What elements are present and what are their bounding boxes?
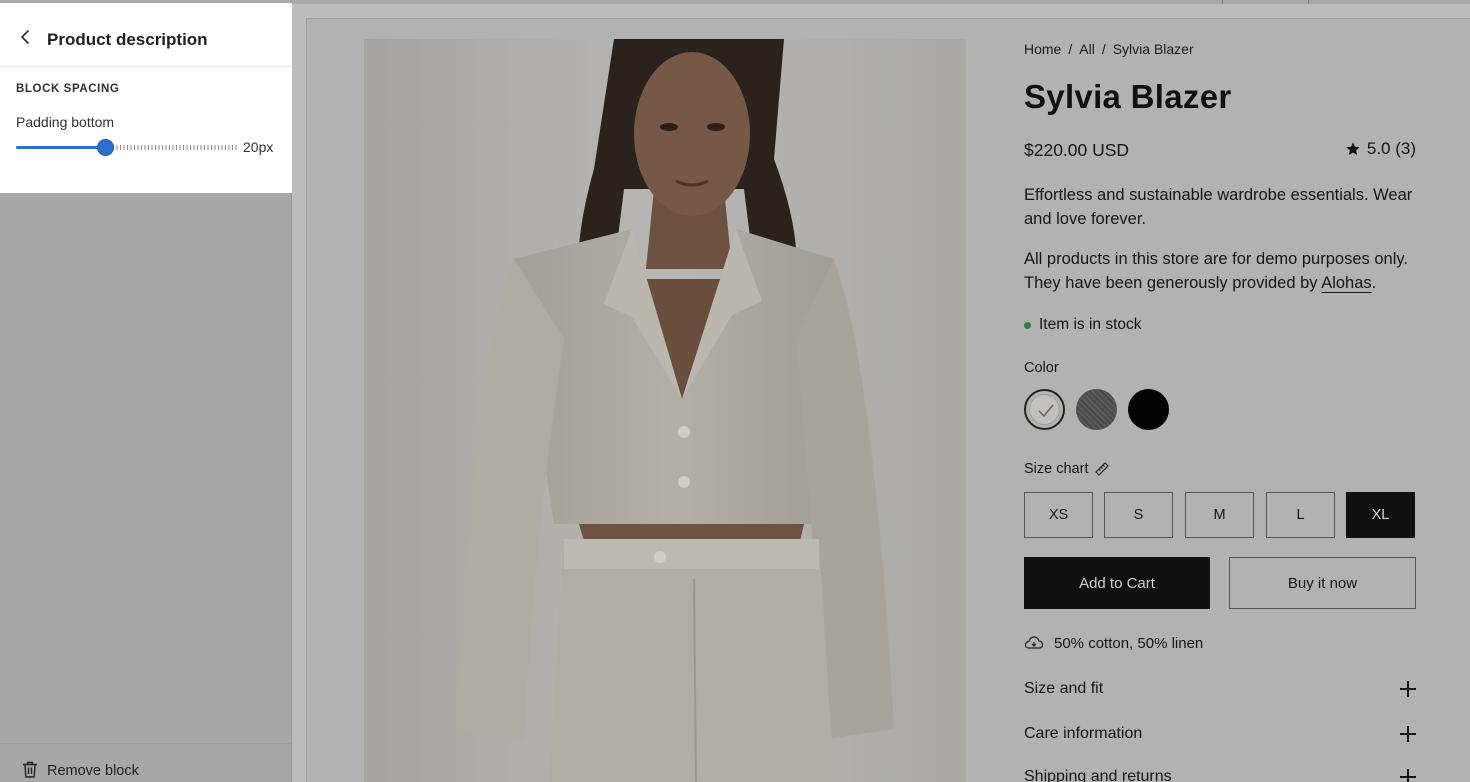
color-label: Color [1024, 360, 1059, 376]
section-label: BLOCK SPACING [16, 83, 120, 95]
accordion-label: Size and fit [1024, 680, 1104, 697]
product-rating[interactable]: 5.0 (3) [1345, 139, 1416, 159]
swatch-fill [1029, 394, 1060, 425]
accordion-care-information[interactable]: Care information [1024, 725, 1416, 747]
size-chart-link[interactable]: Size chart [1024, 461, 1110, 477]
breadcrumb-separator: / [1101, 41, 1106, 57]
slider-ticks [113, 145, 238, 150]
editor-sidebar: Product description BLOCK SPACING Paddin… [0, 0, 292, 782]
product-title: Sylvia Blazer [1024, 78, 1232, 115]
product-image[interactable] [364, 39, 966, 782]
star-icon [1346, 142, 1360, 155]
color-swatch-black[interactable] [1128, 389, 1169, 430]
size-option-m[interactable]: M [1185, 492, 1254, 538]
model-in-blazer-illustration [364, 39, 966, 782]
toolbar-divider [1222, 0, 1223, 4]
in-stock-dot-icon [1024, 321, 1031, 329]
buy-it-now-button[interactable]: Buy it now [1229, 557, 1416, 609]
breadcrumb-current: Sylvia Blazer [1112, 41, 1194, 57]
toolbar-divider [1308, 0, 1309, 4]
color-swatch-grey[interactable] [1076, 389, 1117, 430]
stock-text: Item is in stock [1039, 316, 1142, 333]
size-chart-label: Size chart [1024, 461, 1089, 477]
trash-icon[interactable] [22, 761, 38, 778]
back-button[interactable] [14, 25, 38, 49]
plus-icon [1400, 681, 1416, 697]
padding-bottom-slider[interactable] [16, 138, 238, 156]
demo-notice: All products in this store are for demo … [1024, 247, 1416, 295]
block-settings-card: Product description BLOCK SPACING Paddin… [0, 3, 292, 193]
accordion-label: Care information [1024, 725, 1143, 742]
check-icon [1038, 404, 1054, 418]
accordion-size-and-fit[interactable]: Size and fit [1024, 680, 1416, 702]
size-option-xl[interactable]: XL [1346, 492, 1415, 538]
stock-status: Item is in stock [1024, 316, 1142, 334]
panel-header: Product description [0, 3, 292, 67]
size-option-l[interactable]: L [1266, 492, 1335, 538]
breadcrumb: Home / All / Sylvia Blazer [1024, 41, 1194, 57]
breadcrumb-home[interactable]: Home [1024, 41, 1061, 57]
color-swatch-ivory[interactable] [1024, 389, 1065, 430]
add-to-cart-button[interactable]: Add to Cart [1024, 557, 1210, 609]
plus-icon [1400, 769, 1416, 782]
rating-text: 5.0 (3) [1366, 139, 1416, 158]
alohas-link[interactable]: Alohas [1321, 274, 1371, 292]
product-price: $220.00 USD [1024, 140, 1130, 160]
breadcrumb-all[interactable]: All [1079, 41, 1095, 57]
panel-footer: Remove block [0, 743, 292, 782]
remove-block-button[interactable]: Remove block [47, 763, 139, 779]
breadcrumb-separator: / [1068, 41, 1073, 57]
accordion-label: Shipping and returns [1024, 768, 1172, 782]
accordion-shipping-and-returns[interactable]: Shipping and returns [1024, 768, 1416, 782]
product-description: Effortless and sustainable wardrobe esse… [1024, 186, 1413, 228]
panel-title: Product description [47, 30, 208, 49]
preview-toolbar-strip [292, 0, 1470, 4]
padding-bottom-label: Padding bottom [16, 114, 115, 130]
slider-fill [16, 146, 105, 149]
material-info: 50% cotton, 50% linen [1024, 633, 1203, 653]
padding-bottom-value: 20px [243, 139, 274, 155]
size-option-xs[interactable]: XS [1024, 492, 1093, 538]
slider-thumb[interactable] [98, 140, 113, 155]
ruler-icon [1095, 462, 1110, 476]
size-option-s[interactable]: S [1104, 492, 1173, 538]
material-text: 50% cotton, 50% linen [1054, 634, 1204, 652]
chevron-left-icon [21, 30, 29, 44]
demo-notice-suffix: . [1371, 274, 1377, 292]
plus-icon [1400, 726, 1416, 742]
fabric-cloud-icon [1024, 636, 1044, 649]
